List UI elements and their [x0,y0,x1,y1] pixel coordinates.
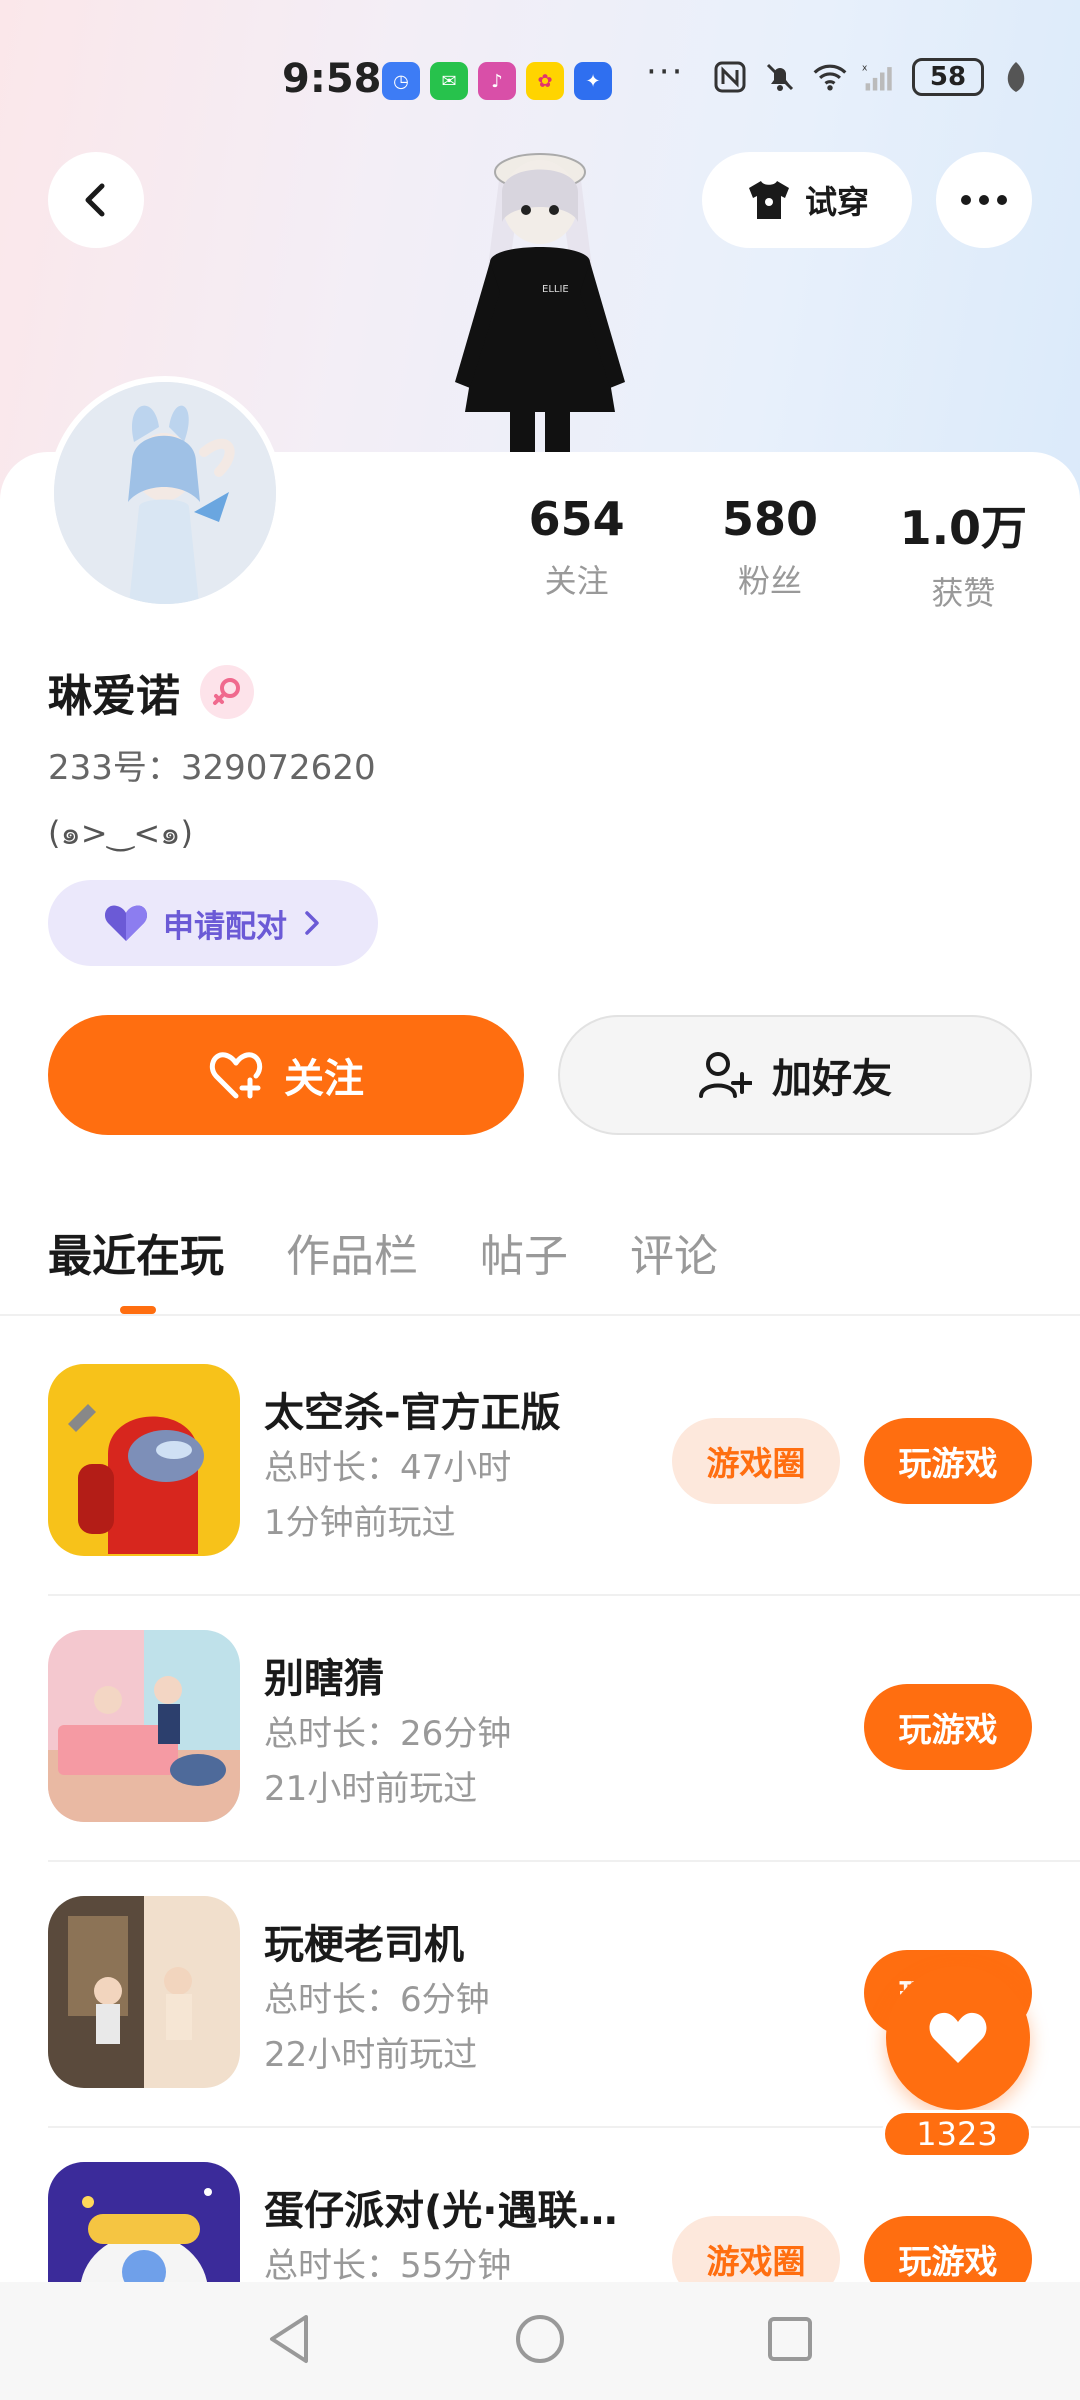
follow-button[interactable]: 关注 [48,1015,524,1135]
back-button[interactable] [48,152,144,248]
square-recents-icon [768,2317,812,2361]
stat-value: 580 [721,492,818,546]
wifi-icon [812,59,848,95]
name-row: 琳爱诺 [48,660,254,724]
tab-comments[interactable]: 评论 [630,1220,718,1284]
add-user-icon [699,1052,752,1098]
stat-following[interactable]: 654 关注 [480,492,673,614]
game-duration: 总时长：6分钟 [264,1980,490,2020]
nav-recents-button[interactable] [766,2315,814,2367]
bulb-app-icon: ✦ [574,62,612,100]
like-count: 1323 [882,2110,1032,2158]
game-row[interactable]: 别瞎猜 总时长：26分钟 21小时前玩过 玩游戏 [0,1596,1080,1862]
try-on-label: 试穿 [804,183,869,221]
stat-value: 1.0万 [899,501,1028,555]
add-friend-button[interactable]: 加好友 [558,1015,1032,1135]
heart-icon [929,2012,987,2063]
more-dot-icon [979,195,989,205]
game-circle-button[interactable]: 游戏圈 [672,1418,840,1504]
user-bio: (๑>‿<๑) [48,814,193,852]
game-title: 蛋仔派对(光·遇联… [264,2188,618,2234]
game-last-played: 22小时前玩过 [264,2035,478,2075]
game-duration: 总时长：26分钟 [264,1714,512,1754]
stat-value: 654 [528,492,625,546]
more-options-button[interactable] [936,152,1032,248]
avatar-outfit-figure: ELLIE [430,132,650,462]
signal-icon: x [862,59,898,95]
triangle-back-icon [270,2315,308,2363]
stat-label: 粉丝 [737,562,802,600]
female-gender-icon [200,665,254,719]
status-app-icons: ◷ ✉ ♪ ✿ ✦ [382,62,612,100]
request-pair-button[interactable]: 申请配对 [48,880,378,966]
game-title: 别瞎猜 [264,1656,384,1702]
app-notification-icon: ◷ [382,62,420,100]
game-duration: 总时长：55分钟 [264,2246,512,2286]
leaf-icon [998,59,1034,95]
status-system-icons: x 58 [712,58,1034,96]
status-time: 9:58 [282,56,382,102]
circle-home-icon [516,2315,564,2363]
stat-followers[interactable]: 580 粉丝 [673,492,866,614]
stat-likes[interactable]: 1.0万 获赞 [867,492,1060,614]
request-pair-label: 申请配对 [163,908,287,945]
svg-text:ELLIE: ELLIE [542,284,569,295]
divider [0,1314,1080,1316]
play-game-button[interactable]: 玩游戏 [864,1418,1032,1504]
shirt-icon [748,181,789,219]
game-title: 玩梗老司机 [264,1922,464,1968]
mute-icon [762,59,798,95]
try-on-button[interactable]: 试穿 [702,152,912,248]
stat-label: 获赞 [931,574,996,612]
play-game-button[interactable]: 玩游戏 [864,1684,1032,1770]
game-last-played: 1分钟前玩过 [264,1503,456,1543]
heart-icon [104,905,148,941]
more-dot-icon [961,195,971,205]
like-button[interactable] [886,1966,1030,2110]
profile-tabs: 最近在玩 作品栏 帖子 评论 [48,1220,718,1284]
chevron-left-icon [85,183,105,217]
more-dot-icon [997,195,1007,205]
tab-works[interactable]: 作品栏 [286,1220,418,1284]
game-icon-bie-xia-cai[interactable] [48,1630,240,1822]
heart-plus-icon [209,1052,263,1099]
tab-recently-played[interactable]: 最近在玩 [48,1220,224,1284]
music-app-icon: ♪ [478,62,516,100]
game-icon-wan-geng-lao-si-ji[interactable] [48,1896,240,2088]
status-bar: 9:58 ◷ ✉ ♪ ✿ ✦ ··· x 58 [0,50,1080,110]
game-last-played: 21小时前玩过 [264,1769,478,1809]
wechat-icon: ✉ [430,62,468,100]
profile-page: 9:58 ◷ ✉ ♪ ✿ ✦ ··· x 58 ELLIE 试穿 654 关注 … [0,0,1080,2400]
nav-home-button[interactable] [514,2313,566,2369]
chevron-right-icon [305,911,319,935]
nav-back-button[interactable] [266,2313,314,2369]
shopping-app-icon: ✿ [526,62,564,100]
game-list: 太空杀-官方正版 总时长：47小时 1分钟前玩过 游戏圈 玩游戏 别瞎猜 总时长… [0,1330,1080,2394]
tab-posts[interactable]: 帖子 [480,1220,568,1284]
avatar[interactable] [48,376,282,610]
game-title: 太空杀-官方正版 [264,1390,561,1436]
game-icon-among-us[interactable] [48,1364,240,1556]
active-tab-indicator [120,1306,156,1314]
profile-stats: 654 关注 580 粉丝 1.0万 获赞 [480,492,1060,614]
battery-indicator: 58 [912,58,984,96]
game-row[interactable]: 太空杀-官方正版 总时长：47小时 1分钟前玩过 游戏圈 玩游戏 [0,1330,1080,1596]
status-more-icon: ··· [646,52,685,92]
add-friend-label: 加好友 [772,1056,892,1102]
nfc-icon [712,59,748,95]
user-name: 琳爱诺 [48,671,180,722]
stat-label: 关注 [544,562,609,600]
system-nav-bar [0,2282,1080,2400]
user-id: 233号：329072620 [48,748,376,788]
follow-label: 关注 [284,1056,364,1102]
svg-text:x: x [862,64,868,74]
game-duration: 总时长：47小时 [264,1448,512,1488]
